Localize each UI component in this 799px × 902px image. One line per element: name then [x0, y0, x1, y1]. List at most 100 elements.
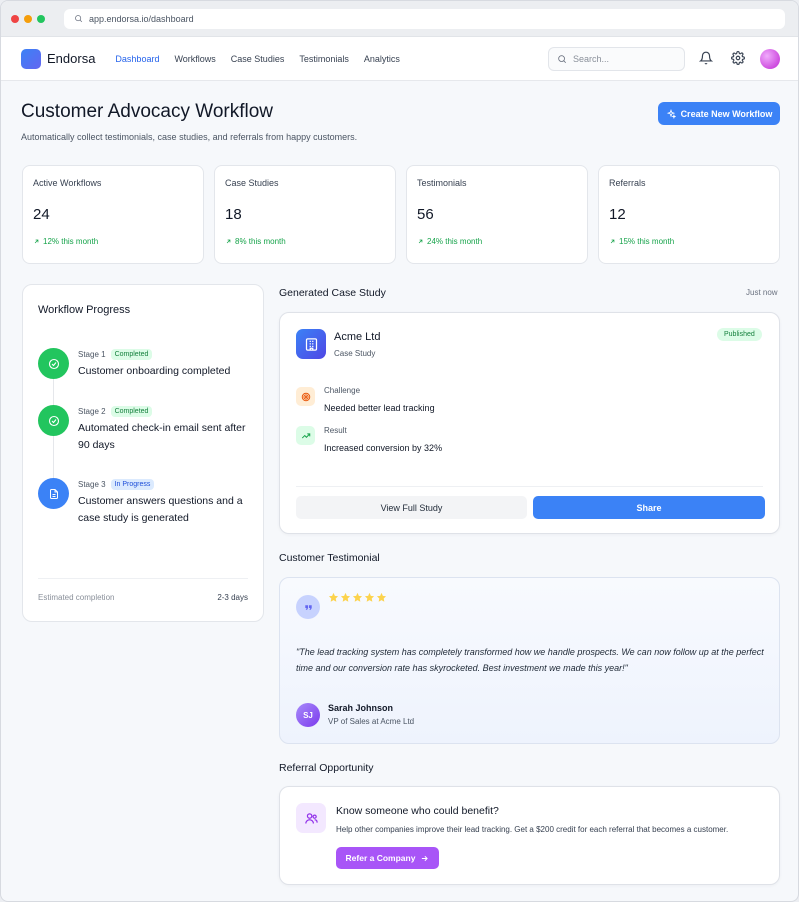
stat-change: 24% this month	[417, 237, 577, 246]
stat-change: 12% this month	[33, 237, 193, 246]
stage-2-label: Stage 2 Completed	[78, 406, 153, 417]
result-label: Result	[324, 426, 347, 435]
stage-3-label: Stage 3 In Progress	[78, 479, 155, 490]
result-value: Increased conversion by 32%	[324, 443, 443, 453]
url-text: app.endorsa.io/dashboard	[89, 13, 194, 24]
logo-icon[interactable]	[21, 48, 41, 69]
address-bar[interactable]: app.endorsa.io/dashboard	[64, 8, 785, 29]
stat-label: Case Studies	[225, 178, 279, 188]
trend-up-icon	[226, 239, 231, 244]
nav-link-workflows[interactable]: Workflows	[174, 54, 215, 64]
stat-value: 56	[417, 206, 434, 223]
referral-title: Know someone who could benefit?	[336, 805, 499, 817]
top-nav: Endorsa Dashboard Workflows Case Studies…	[1, 37, 798, 81]
company-name: Acme Ltd	[334, 331, 381, 343]
stat-card-testimonials[interactable]: Testimonials 56 24% this month	[406, 165, 588, 264]
target-icon	[296, 387, 315, 406]
stat-value: 18	[225, 206, 242, 223]
close-window-dot[interactable]	[11, 14, 19, 23]
stage-3-desc: Customer answers questions and a case st…	[78, 495, 243, 524]
brand-name[interactable]: Endorsa	[47, 51, 95, 66]
testimonial-card: "The lead tracking system has completely…	[279, 577, 780, 744]
workflow-progress-title: Workflow Progress	[38, 304, 131, 316]
estimated-completion-value: 2-3 days	[217, 593, 248, 602]
browser-window: app.endorsa.io/dashboard Endorsa Dashboa…	[0, 0, 799, 902]
check-circle-icon	[38, 405, 69, 436]
case-study-section-title: Generated Case Study	[279, 287, 386, 299]
nav-link-case-studies[interactable]: Case Studies	[231, 54, 285, 64]
star-icon	[376, 592, 387, 602]
testimonial-quote: "The lead tracking system has completely…	[296, 647, 764, 673]
document-icon	[38, 478, 69, 509]
stat-card-referrals[interactable]: Referrals 12 15% this month	[598, 165, 780, 264]
testimonial-author-role: VP of Sales at Acme Ltd	[328, 717, 415, 726]
trend-up-icon	[610, 239, 615, 244]
testimonial-section-title: Customer Testimonial	[279, 552, 380, 564]
users-icon	[296, 803, 326, 833]
testimonial-author-name: Sarah Johnson	[328, 703, 394, 713]
nav-link-testimonials[interactable]: Testimonials	[299, 54, 349, 64]
stage-2-desc: Automated check-in email sent after 90 d…	[78, 422, 246, 451]
stat-label: Referrals	[609, 178, 646, 188]
search-box[interactable]	[548, 47, 685, 71]
star-icon	[340, 592, 351, 602]
referral-card: Know someone who could benefit? Help oth…	[279, 786, 780, 885]
page-subtitle: Automatically collect testimonials, case…	[21, 132, 358, 142]
refer-company-label: Refer a Company	[345, 853, 416, 863]
stat-value: 24	[33, 206, 50, 223]
bell-icon[interactable]	[699, 51, 713, 65]
stat-label: Active Workflows	[33, 178, 102, 188]
user-avatar[interactable]	[760, 49, 780, 69]
lock-icon	[75, 15, 83, 23]
create-workflow-button[interactable]: Create New Workflow	[658, 102, 780, 125]
trend-up-icon	[418, 239, 423, 244]
case-study-type: Case Study	[334, 349, 376, 358]
case-study-timestamp: Just now	[746, 288, 778, 297]
star-icon	[328, 592, 339, 602]
page-title: Customer Advocacy Workflow	[21, 101, 274, 122]
arrow-right-icon	[422, 855, 429, 861]
stat-change: 8% this month	[225, 237, 385, 246]
case-study-card: Acme Ltd Case Study Published Challenge …	[279, 312, 780, 534]
sparkle-icon	[666, 108, 676, 119]
stage-1-desc: Customer onboarding completed	[78, 365, 231, 377]
nav-link-analytics[interactable]: Analytics	[364, 54, 400, 64]
challenge-value: Needed better lead tracking	[324, 403, 435, 413]
status-badge: Completed	[110, 406, 153, 417]
gear-icon[interactable]	[731, 51, 745, 65]
star-icon	[364, 592, 375, 602]
search-input[interactable]	[573, 54, 673, 64]
stat-label: Testimonials	[417, 178, 467, 188]
star-icon	[352, 592, 363, 602]
view-full-study-button[interactable]: View Full Study	[296, 496, 527, 519]
trend-up-icon	[34, 239, 39, 244]
referral-description: Help other companies improve their lead …	[336, 825, 729, 834]
challenge-label: Challenge	[324, 386, 361, 395]
workflow-footer: Estimated completion 2-3 days	[38, 578, 248, 602]
stat-change: 15% this month	[609, 237, 769, 246]
stat-value: 12	[609, 206, 626, 223]
create-workflow-label: Create New Workflow	[680, 108, 773, 119]
stage-1-label: Stage 1 Completed	[78, 349, 153, 360]
estimated-completion-label: Estimated completion	[38, 593, 115, 602]
stat-card-case-studies[interactable]: Case Studies 18 8% this month	[214, 165, 396, 264]
trend-up-icon	[296, 426, 315, 445]
status-badge: Published	[717, 328, 762, 341]
stat-card-active-workflows[interactable]: Active Workflows 24 12% this month	[22, 165, 204, 264]
minimize-window-dot[interactable]	[24, 14, 32, 23]
workflow-progress-card: Workflow Progress Stage 1 Completed Cust…	[22, 284, 264, 622]
status-badge: Completed	[110, 349, 153, 360]
star-rating	[328, 592, 387, 603]
nav-link-dashboard[interactable]: Dashboard	[115, 54, 159, 64]
building-icon	[296, 329, 326, 359]
status-badge: In Progress	[110, 479, 155, 490]
browser-chrome: app.endorsa.io/dashboard	[1, 1, 798, 37]
quote-icon	[296, 595, 320, 619]
avatar: SJ	[296, 703, 320, 727]
maximize-window-dot[interactable]	[37, 14, 45, 23]
share-button[interactable]: Share	[533, 496, 765, 519]
referral-section-title: Referral Opportunity	[279, 762, 374, 774]
check-circle-icon	[38, 348, 69, 379]
refer-company-button[interactable]: Refer a Company	[336, 847, 439, 869]
search-icon	[558, 55, 567, 64]
